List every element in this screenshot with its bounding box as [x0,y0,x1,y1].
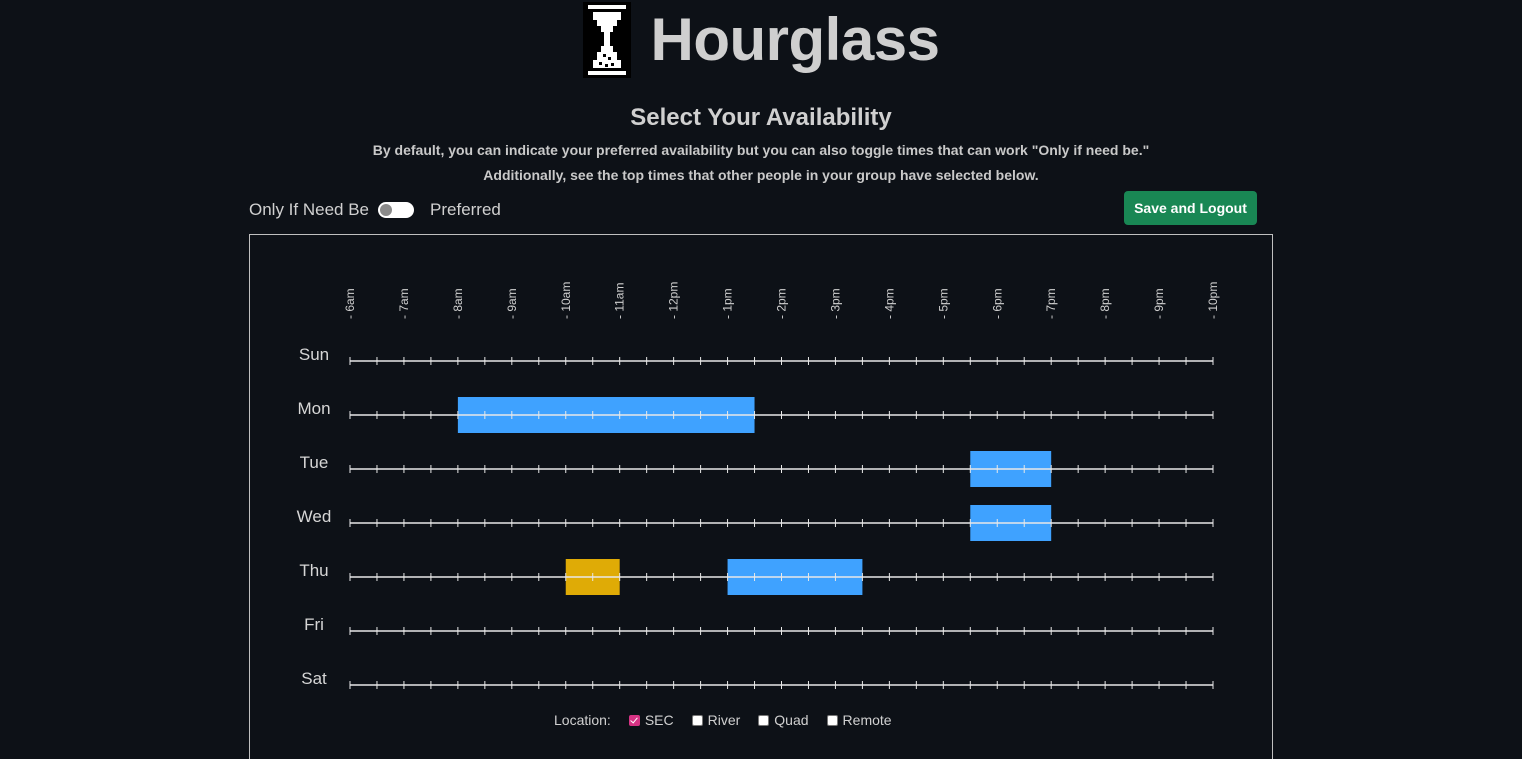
toggle-knob [380,204,393,216]
hour-label: - 11am [613,283,627,319]
quad-checkbox[interactable] [758,714,770,726]
hourglass-icon [582,2,631,78]
hour-label: - 8pm [1098,288,1112,319]
day-label: Tue [300,453,329,472]
app-title: Hourglass [650,6,940,73]
day-label: Wed [297,507,332,526]
hour-label: - 5pm [936,288,950,319]
day-label: Fri [304,615,324,634]
day-label: Thu [299,561,328,580]
location-option-river[interactable]: River [691,712,741,728]
river-checkbox[interactable] [691,714,703,726]
hour-label: - 3pm [828,288,842,319]
location-label: Location: [554,712,611,728]
sec-label: SEC [644,712,674,728]
location-filter: Location: SEC River Quad Remote [554,712,910,728]
hour-label: - 6am [343,288,357,319]
availability-grid-panel: - 6am - 7am - 8am - 9am - 10am - 11am - 12pm - … [249,234,1273,759]
availability-grid[interactable]: - 6am - 7am - 8am - 9am - 10am - 11am - 12pm - … [250,235,1272,759]
location-option-remote[interactable]: Remote [826,712,892,728]
brand: Hourglass [0,2,1522,78]
mode-toggle-row: Only If Need Be Preferred [249,200,501,220]
day-label: Sat [301,669,327,688]
day-label: Sun [299,345,329,364]
hour-label: - 7pm [1044,288,1058,319]
hour-label: - 2pm [775,288,789,319]
hour-label: - 1pm [721,288,735,319]
hour-label: - 9pm [1152,288,1166,319]
location-option-quad[interactable]: Quad [758,712,809,728]
hour-label: - 6pm [990,288,1004,319]
day-label: Mon [297,399,330,418]
hour-label: - 10pm [1206,282,1220,319]
toggle-label-preferred: Preferred [430,200,501,219]
remote-label: Remote [842,712,892,728]
hour-label: - 9am [505,288,519,319]
hour-label: - 4pm [882,288,896,319]
mode-toggle-switch[interactable] [378,202,415,218]
description-line-1: By default, you can indicate your prefer… [372,142,1150,158]
remote-checkbox[interactable] [826,714,838,726]
sec-checkbox[interactable] [628,714,640,726]
hour-label: - 10am [559,282,573,319]
description-line-2: Additionally, see the top times that oth… [483,167,1039,183]
save-and-logout-button[interactable]: Save and Logout [1124,191,1257,225]
river-label: River [707,712,741,728]
location-option-sec[interactable]: SEC [628,712,674,728]
hour-label: - 8am [451,288,465,319]
quad-label: Quad [774,712,809,728]
toggle-label-if-need-be: Only If Need Be [249,200,370,219]
hour-label: - 7am [397,288,411,319]
hour-label: - 12pm [667,282,681,319]
page: Hourglass Select Your Availability By de… [0,0,1522,759]
page-heading: Select Your Availability [630,104,892,131]
